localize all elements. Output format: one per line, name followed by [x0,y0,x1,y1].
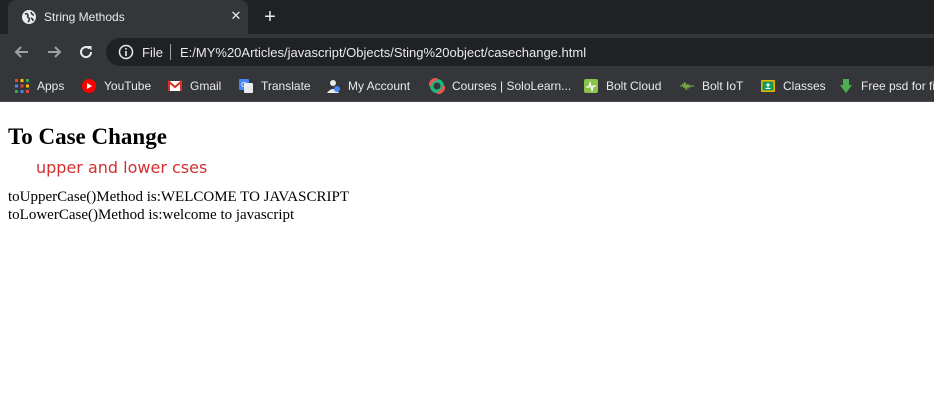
download-arrow-icon [840,79,852,93]
gmail-icon [167,80,183,91]
bookmark-gmail[interactable]: Gmail [167,76,221,96]
reload-button[interactable] [74,40,98,64]
forward-arrow-icon [48,46,62,58]
bookmark-bolt-iot[interactable]: Bolt IoT [679,76,743,96]
back-arrow-icon [14,46,28,58]
youtube-icon [82,79,96,93]
tab-strip: String Methods ✕ + [0,0,934,34]
new-tab-button[interactable]: + [260,6,280,28]
bookmark-classes[interactable]: Classes [760,76,826,96]
browser-toolbar: File E:/MY%20Articles/javascript/Objects… [0,34,934,70]
reload-icon [80,46,93,59]
bookmark-label: Bolt IoT [702,79,744,93]
close-icon[interactable]: ✕ [228,8,244,24]
bookmark-free-psd[interactable]: Free psd for fi [838,76,934,96]
bookmark-bolt-cloud[interactable]: Bolt Cloud [583,76,661,96]
tab-title: String Methods [44,10,125,24]
bookmark-label: My Account [348,79,411,93]
globe-icon [22,10,36,24]
svg-text:G: G [241,81,246,89]
sololearn-icon [429,78,445,94]
bookmark-label: Gmail [190,79,222,93]
bolt-iot-icon [680,81,694,91]
uppercase-output-line: toUpperCase()Method is:WELCOME TO JAVASC… [8,189,349,205]
bookmark-label: Courses | SoloLearn... [452,79,572,93]
bookmark-sololearn[interactable]: Courses | SoloLearn... [429,76,571,96]
bookmark-apps[interactable]: Apps [14,76,64,96]
bolt-cloud-icon [584,79,598,93]
lowercase-output-line: toLowerCase()Method is:welcome to javasc… [8,207,295,223]
tab-string-methods[interactable]: String Methods ✕ [8,0,248,34]
bookmark-label: Classes [783,79,826,93]
translate-icon: G [239,79,253,93]
bookmark-youtube[interactable]: YouTube [81,76,151,96]
classroom-icon [761,80,775,92]
bookmark-label: Translate [261,79,311,93]
page-content: To Case Change upper and lower cses toUp… [0,103,934,398]
info-icon[interactable] [118,44,134,60]
bookmark-translate[interactable]: G Translate [238,76,311,96]
address-bar[interactable]: File E:/MY%20Articles/javascript/Objects… [106,38,934,66]
bookmark-label: YouTube [104,79,152,93]
bookmark-label: Apps [37,79,65,93]
account-icon [327,80,340,93]
bookmark-my-account[interactable]: My Account [325,76,410,96]
page-title: To Case Change [8,124,167,149]
apps-grid-icon [15,79,29,93]
page-subtitle: upper and lower cses [36,158,208,177]
back-button[interactable] [10,40,34,64]
bookmark-label: Bolt Cloud [606,79,662,93]
bookmarks-bar: Apps YouTube Gmail G Translate My Accoun… [0,70,934,102]
bookmark-label: Free psd for fi [861,79,934,93]
scheme-label: File [142,45,163,60]
omnibox-divider [170,44,171,60]
forward-button[interactable] [42,40,66,64]
url-text[interactable]: E:/MY%20Articles/javascript/Objects/Stin… [180,45,586,60]
